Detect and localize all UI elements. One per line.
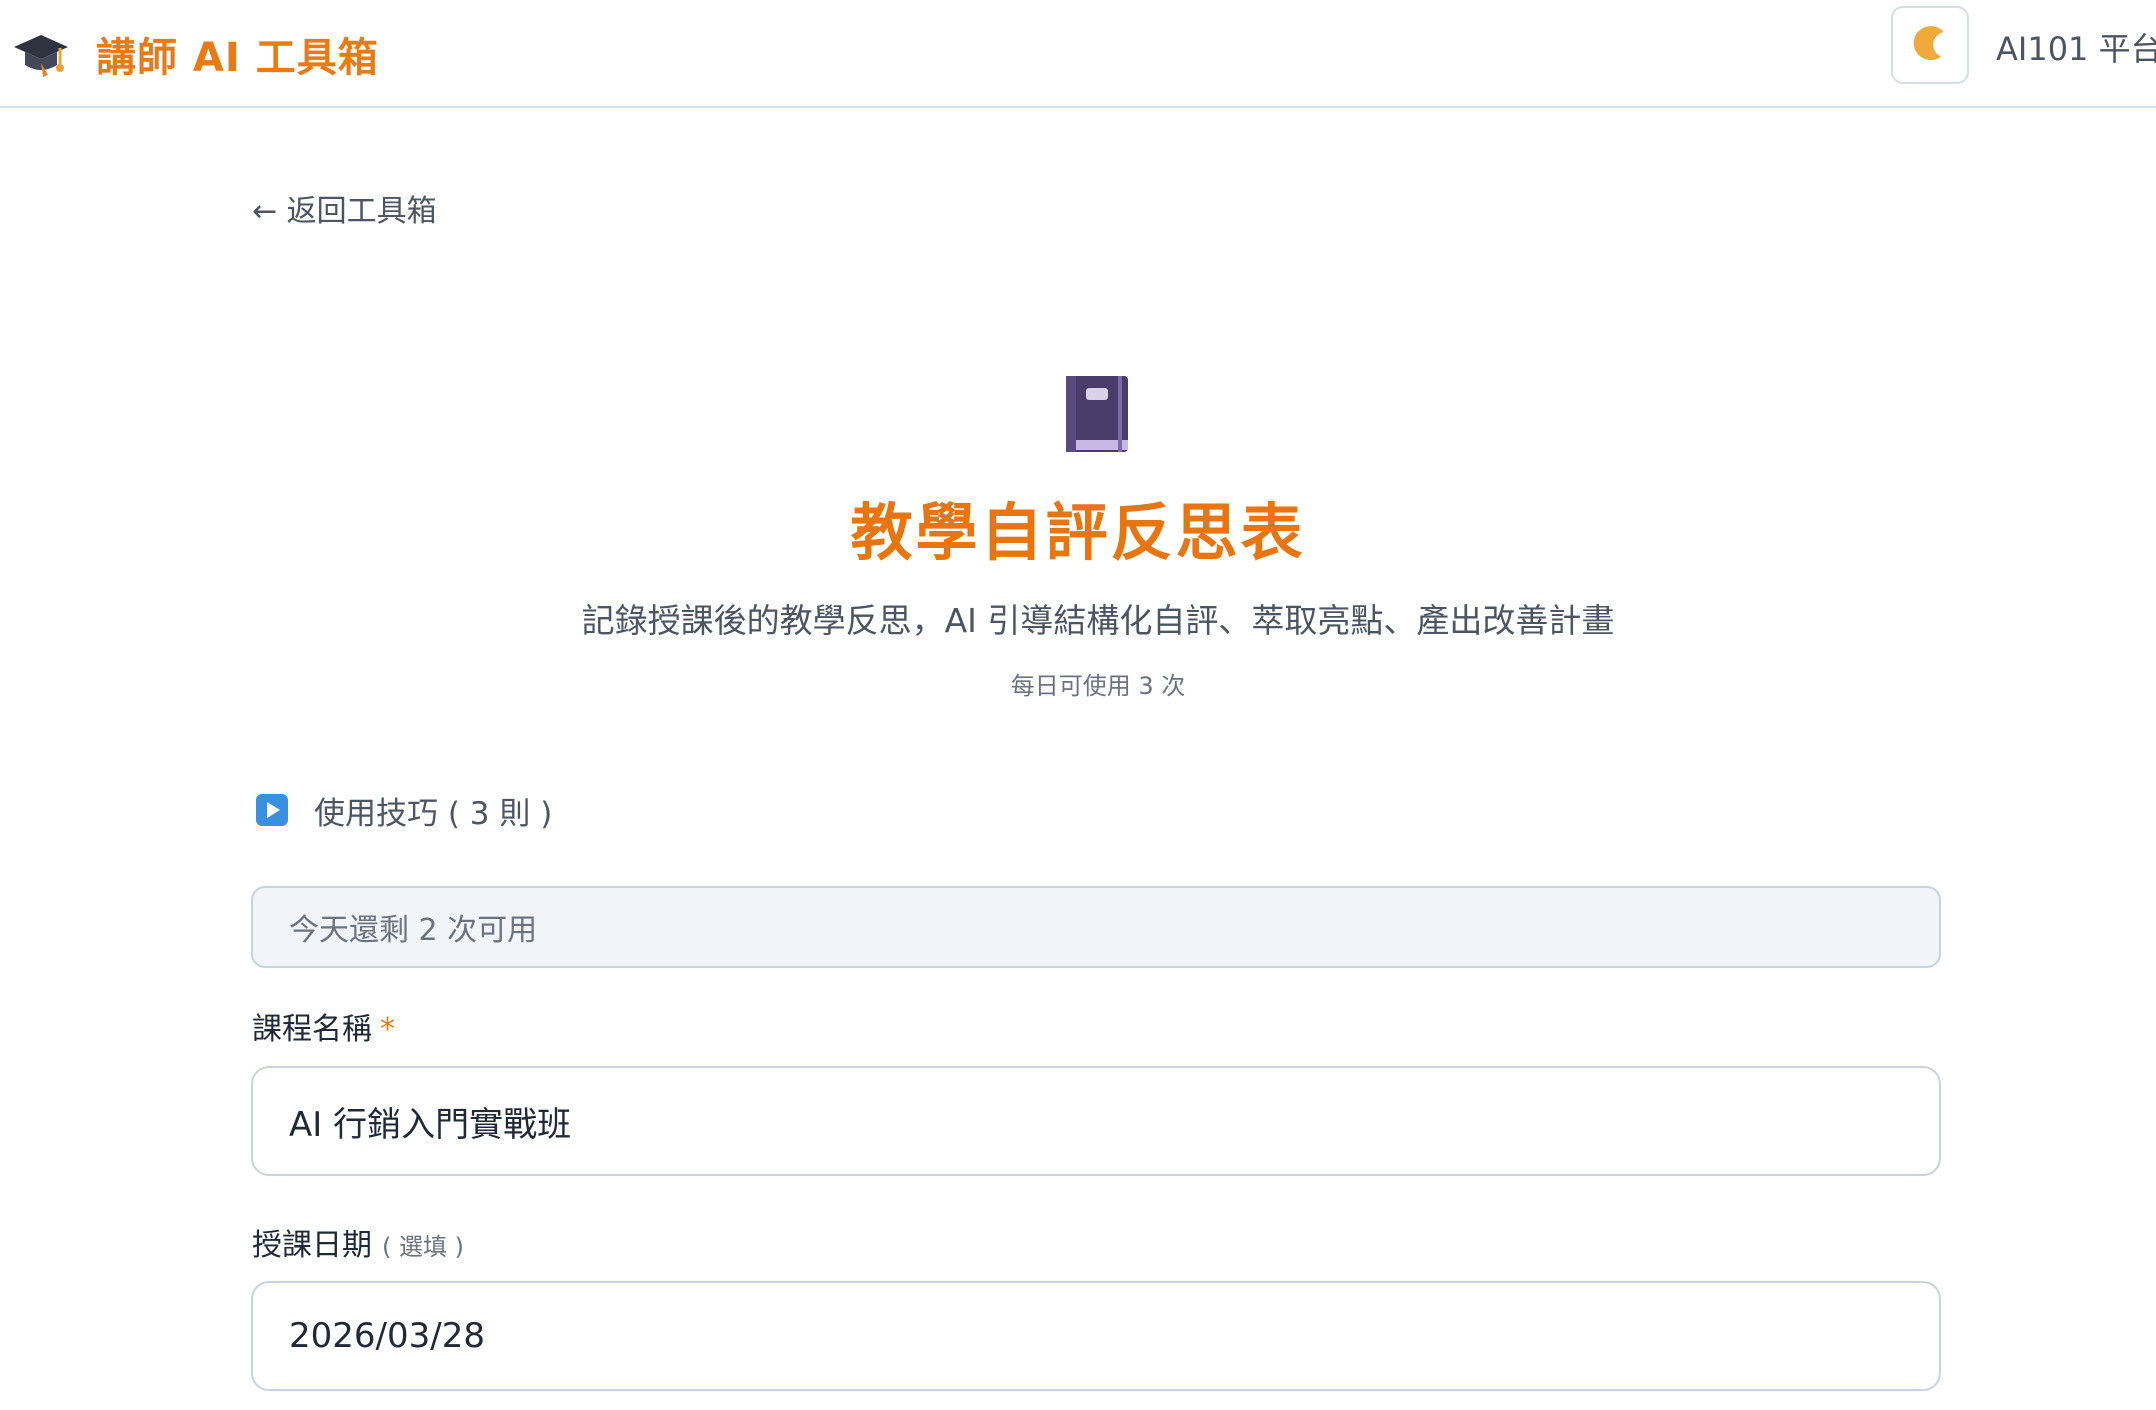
platform-link[interactable]: AI101 平台	[1996, 24, 2156, 70]
course-name-label: 課程名稱 *	[252, 1004, 395, 1048]
teaching-date-label-text: 授課日期	[252, 1228, 372, 1263]
theme-toggle-button[interactable]	[1891, 6, 1969, 84]
page-title: 教學自評反思表	[850, 496, 1306, 569]
back-to-toolbox-link[interactable]: ← 返回工具箱	[252, 186, 437, 230]
usage-tips-toggle[interactable]: 使用技巧 ( 3 則 )	[256, 788, 552, 832]
remaining-uses-notice: 今天還剩 2 次可用	[251, 886, 1941, 968]
notebook-icon	[1058, 372, 1138, 456]
course-name-input[interactable]	[251, 1066, 1941, 1176]
required-mark: *	[380, 1012, 395, 1047]
page-description: 記錄授課後的教學反思，AI 引導結構化自評、萃取亮點、產出改善計畫	[581, 601, 1615, 640]
top-navigation-bar: 講師 AI 工具箱 AI101 平台	[0, 0, 2156, 108]
optional-mark: ( 選填 )	[382, 1233, 464, 1261]
teaching-date-input[interactable]	[251, 1281, 1941, 1391]
crescent-moon-icon	[1909, 22, 1951, 68]
course-name-label-text: 課程名稱	[252, 1012, 372, 1047]
teaching-date-label: 授課日期 ( 選填 )	[252, 1220, 464, 1264]
daily-quota-text: 每日可使用 3 次	[1010, 672, 1186, 700]
brand-title: 講師 AI 工具箱	[96, 35, 379, 81]
usage-tips-label: 使用技巧 ( 3 則 )	[314, 795, 553, 832]
graduation-cap-icon	[12, 25, 70, 83]
play-button-icon	[256, 794, 288, 826]
brand[interactable]: 講師 AI 工具箱	[12, 20, 379, 88]
